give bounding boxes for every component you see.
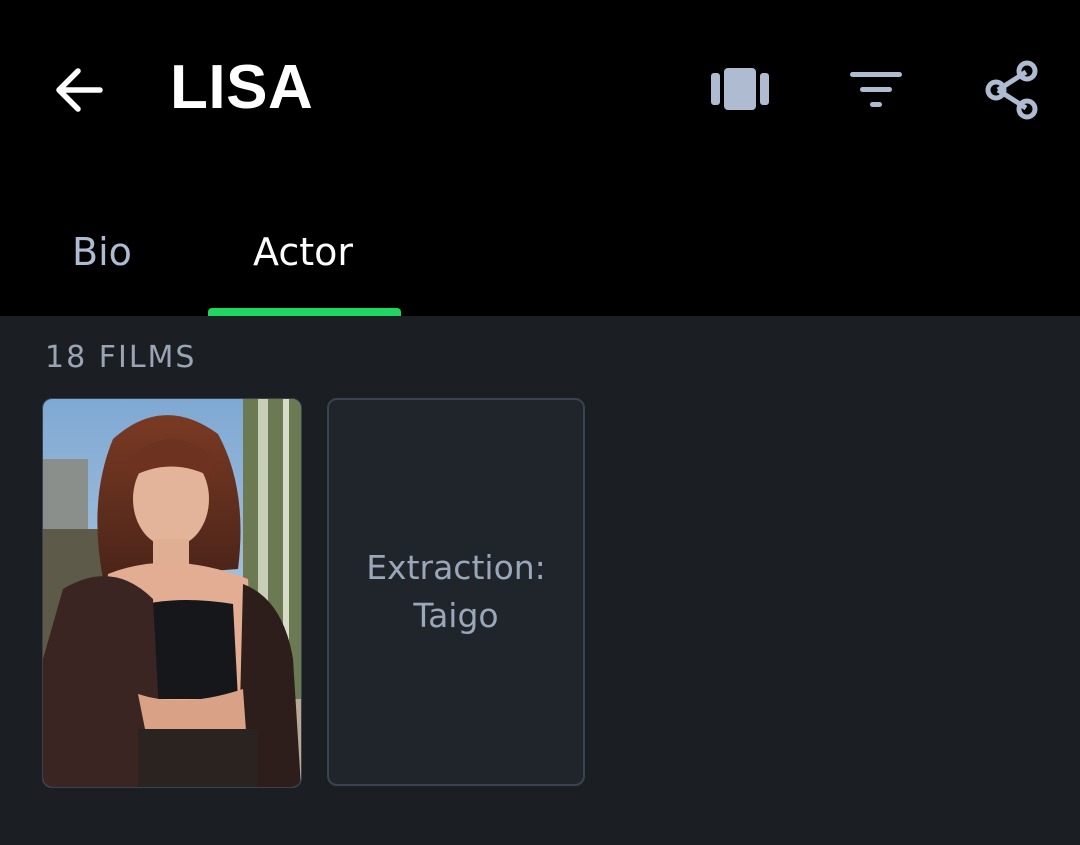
film-card[interactable]: Extraction: Taigo [327, 398, 585, 786]
share-icon [985, 60, 1038, 120]
filter-icon [850, 72, 902, 107]
app-header: LISA Bio Actor [0, 0, 1080, 316]
tab-actor[interactable]: Actor [253, 230, 353, 316]
back-button[interactable] [50, 62, 106, 118]
active-tab-indicator [208, 308, 401, 316]
arrow-left-icon [56, 68, 103, 112]
films-count: 18 FILMS [45, 340, 197, 375]
tab-bio[interactable]: Bio [72, 230, 132, 316]
carousel-view-button[interactable] [708, 58, 772, 122]
page-title: LISA [170, 53, 314, 122]
filter-button[interactable] [844, 58, 908, 122]
film-title: Extraction: Taigo [366, 548, 546, 635]
film-poster-image [43, 399, 301, 787]
carousel-view-icon [711, 68, 769, 110]
film-card[interactable] [42, 398, 302, 788]
share-button[interactable] [980, 58, 1044, 122]
